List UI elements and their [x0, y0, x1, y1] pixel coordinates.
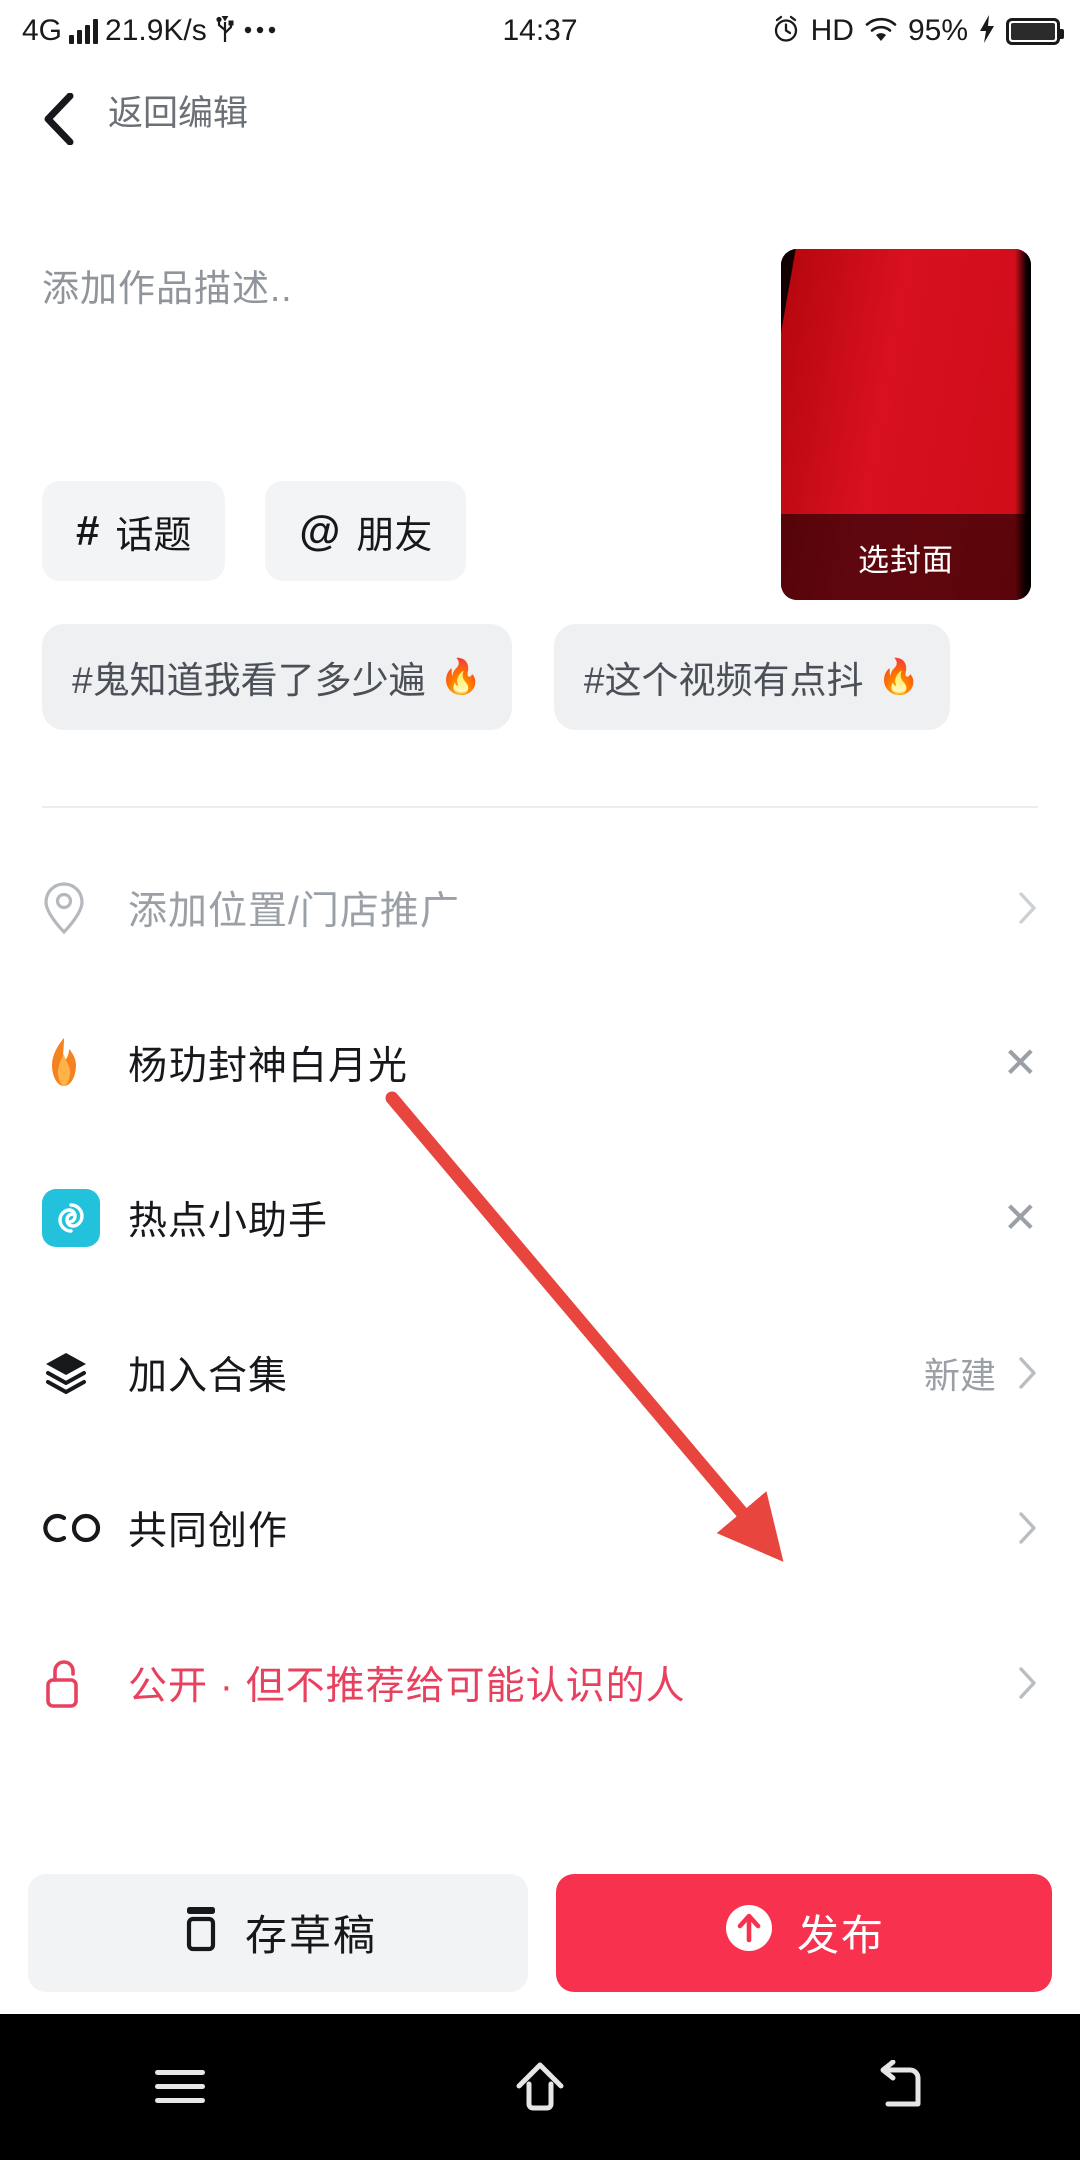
suggested-tag-row: #鬼知道我看了多少遍 🔥 #这个视频有点抖 🔥 — [42, 624, 1080, 730]
settings-list: 添加位置/门店推广 杨玏封神白月光 ✕ 热点小助手 ✕ 加入合集 新建 共同创作… — [0, 830, 1080, 1760]
list-item-label: 共同创作 — [128, 1509, 289, 1553]
list-item-privacy[interactable]: 公开 · 但不推荐给可能认识的人 — [0, 1605, 1080, 1760]
at-icon: @ — [299, 507, 341, 554]
save-draft-button[interactable]: 存草稿 — [28, 1873, 528, 1992]
hot-assistant-icon — [42, 1188, 106, 1247]
list-item-cocreate[interactable]: 共同创作 — [0, 1450, 1080, 1605]
list-item-label: 公开 · 但不推荐给可能认识的人 — [128, 1664, 686, 1708]
home-icon[interactable] — [508, 2055, 572, 2119]
suggested-tag-label: #鬼知道我看了多少遍 — [72, 660, 426, 701]
clock-label: 14:37 — [502, 14, 578, 47]
status-bar: 4G 21.9K/s 14:37 HD 95% — [0, 0, 1080, 62]
wifi-icon — [864, 15, 898, 48]
unlock-icon — [42, 1656, 106, 1710]
list-item-label: 热点小助手 — [128, 1199, 329, 1243]
battery-icon — [1006, 17, 1064, 45]
cover-thumbnail[interactable]: 选封面 — [781, 249, 1031, 600]
chevron-right-icon — [1018, 1511, 1038, 1545]
hash-icon: # — [76, 507, 100, 554]
list-item-label: 加入合集 — [128, 1354, 289, 1398]
close-icon[interactable]: ✕ — [1003, 1196, 1038, 1239]
topic-chip-label: 话题 — [115, 514, 192, 557]
topic-chip[interactable]: # 话题 — [42, 481, 226, 581]
publish-label: 发布 — [796, 1912, 885, 1959]
location-pin-icon — [42, 881, 106, 935]
list-item-collection[interactable]: 加入合集 新建 — [0, 1295, 1080, 1450]
publish-button[interactable]: 发布 — [556, 1873, 1052, 1992]
list-item-label: 添加位置/门店推广 — [128, 889, 460, 933]
list-item-hot-assistant[interactable]: 热点小助手 ✕ — [0, 1140, 1080, 1295]
description-placeholder: 添加作品描述.. — [42, 268, 293, 309]
save-draft-label: 存草稿 — [244, 1912, 377, 1959]
lightning-bolt-icon — [978, 14, 996, 49]
fire-icon: 🔥 — [439, 658, 482, 696]
draft-box-icon — [179, 1904, 223, 1962]
flame-icon — [42, 1036, 106, 1090]
menu-icon[interactable] — [148, 2055, 212, 2119]
suggested-tag-label: #这个视频有点抖 — [583, 660, 864, 701]
chevron-right-icon — [1018, 891, 1038, 925]
bottom-action-bar: 存草稿 发布 — [0, 1845, 1080, 2020]
friend-chip[interactable]: @ 朋友 — [265, 481, 467, 581]
upload-arrow-icon — [723, 1902, 775, 1964]
chevron-right-icon — [1018, 1666, 1038, 1700]
suggested-tag[interactable]: #这个视频有点抖 🔥 — [553, 624, 950, 730]
fire-icon: 🔥 — [877, 658, 920, 696]
page-title[interactable]: 返回编辑 — [108, 85, 248, 136]
section-divider — [42, 806, 1038, 808]
alarm-clock-icon — [771, 14, 801, 49]
battery-percent-label: 95% — [907, 14, 968, 47]
select-cover-button[interactable]: 选封面 — [781, 514, 1031, 600]
list-item-location[interactable]: 添加位置/门店推广 — [0, 830, 1080, 985]
list-item-action-label[interactable]: 新建 — [924, 1347, 996, 1399]
list-item-hot-topic[interactable]: 杨玏封神白月光 ✕ — [0, 985, 1080, 1140]
suggested-tag[interactable]: #鬼知道我看了多少遍 🔥 — [42, 624, 512, 730]
close-icon[interactable]: ✕ — [1003, 1041, 1038, 1084]
back-arrow-icon[interactable] — [868, 2055, 932, 2119]
friend-chip-label: 朋友 — [356, 514, 433, 557]
page-header: 返回编辑 — [0, 62, 1080, 158]
hd-label: HD — [810, 14, 854, 47]
co-create-icon — [42, 1510, 106, 1546]
publish-screen: 4G 21.9K/s 14:37 HD 95% 返回编辑 添加作品描述.. 选封… — [0, 0, 1080, 2160]
list-item-label: 杨玏封神白月光 — [128, 1044, 409, 1088]
chevron-right-icon — [1018, 1356, 1038, 1390]
back-chevron-icon[interactable] — [42, 92, 76, 146]
chip-row: # 话题 @ 朋友 — [42, 481, 467, 581]
layers-icon — [42, 1349, 106, 1397]
android-nav-bar — [0, 2014, 1080, 2160]
